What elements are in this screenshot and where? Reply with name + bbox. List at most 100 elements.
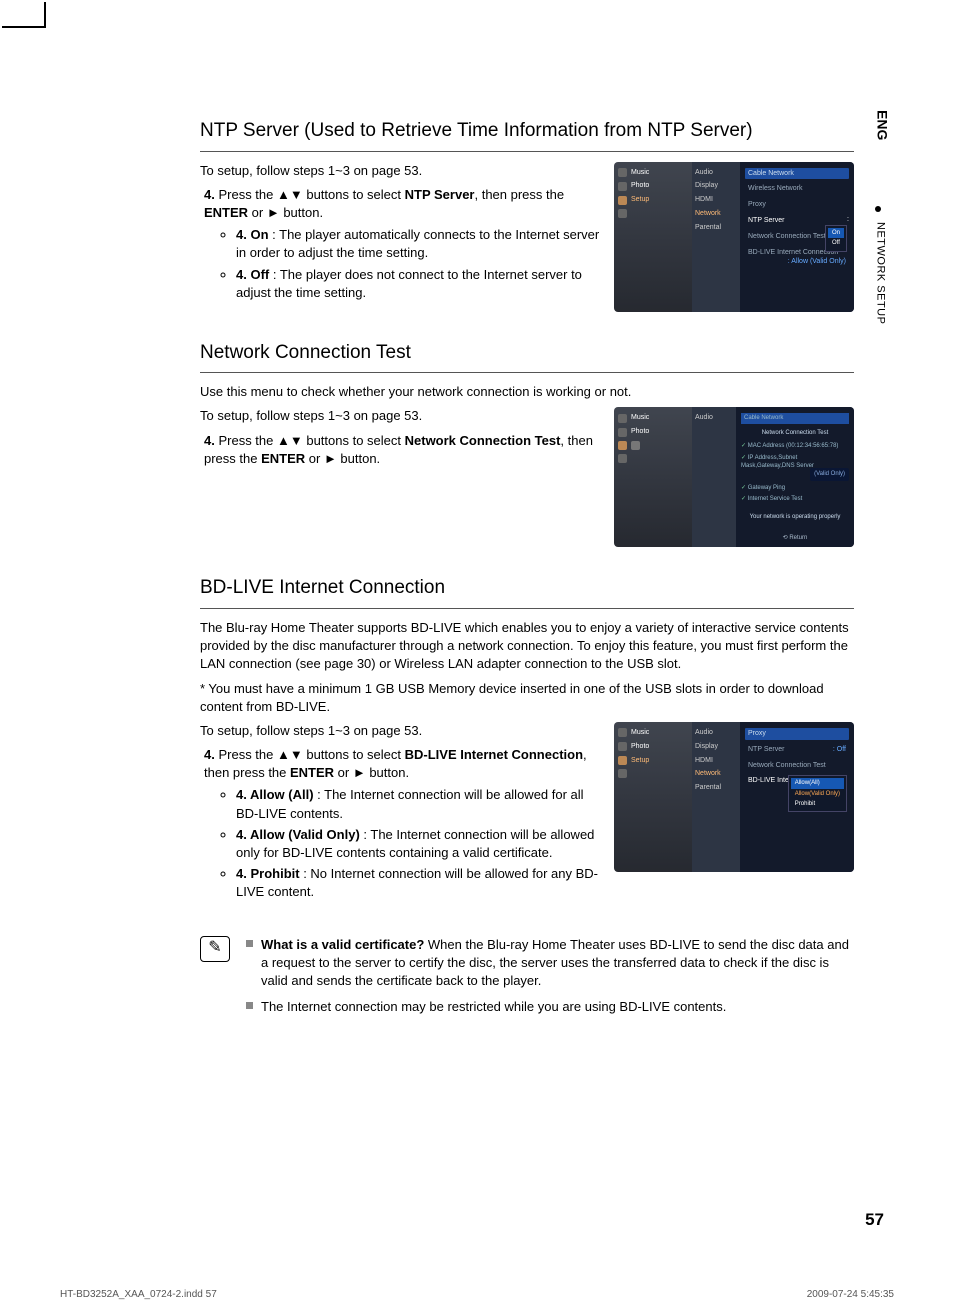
shot-sidebar: Music Photo Setup xyxy=(614,162,692,312)
panel-title: Cable Network xyxy=(741,413,849,423)
text: IP Address,Subnet Mask,Gateway,DNS Serve… xyxy=(741,455,814,469)
setup-icon xyxy=(618,756,627,765)
section-title-ntp: NTP Server (Used to Retrieve Time Inform… xyxy=(200,118,854,145)
note-text: What is a valid certificate? When the Bl… xyxy=(261,936,854,991)
panel-item: Proxy xyxy=(745,728,849,740)
label: Setup xyxy=(631,756,649,766)
disc-icon xyxy=(618,769,627,778)
dropdown: On Off xyxy=(825,225,847,252)
label: Photo xyxy=(631,181,649,191)
screenshot-bdlive: Music Photo Setup Audio Display HDMI Net… xyxy=(614,722,854,872)
value: : Allow (Valid Only) xyxy=(788,257,846,267)
panel-item: Proxy xyxy=(745,199,849,211)
intro-text: Use this menu to check whether your netw… xyxy=(200,383,854,401)
bold-text: Prohibit xyxy=(250,866,299,881)
label: Photo xyxy=(631,742,649,752)
page-content: ENG NETWORK SETUP NTP Server (Used to Re… xyxy=(60,100,894,1252)
dropdown-option: Allow(Valid Only) xyxy=(791,789,844,799)
bold-text: On xyxy=(250,227,268,242)
footer-right: 2009-07-24 5:45:35 xyxy=(807,1288,894,1302)
footer: HT-BD3252A_XAA_0724-2.indd 57 2009-07-24… xyxy=(60,1288,894,1302)
menu-item-selected: Network xyxy=(695,209,737,219)
check-item: Internet Service Test xyxy=(741,495,849,503)
panel-item: NTP Server : Off xyxy=(745,744,849,756)
note-item: The Internet connection may be restricte… xyxy=(246,998,854,1016)
check-item: MAC Address (00:12:34:56:65:78) xyxy=(741,442,849,450)
body-text: * You must have a minimum 1 GB USB Memor… xyxy=(200,680,854,716)
music-icon xyxy=(618,728,627,737)
menu-item: Parental xyxy=(695,783,737,793)
status-message: Your network is operating properly xyxy=(741,507,849,521)
panel-item: Cable Network xyxy=(745,168,849,180)
shot-panel: Cable Network Wireless Network Proxy NTP… xyxy=(740,162,854,312)
shot-menu: Audio Display HDMI Network Parental xyxy=(692,162,740,312)
text: Press the ▲▼ buttons to select xyxy=(218,433,404,448)
divider xyxy=(200,151,854,152)
text: Press the ▲▼ buttons to select xyxy=(218,747,404,762)
menu-item-selected: Network xyxy=(695,769,737,779)
footer-left: HT-BD3252A_XAA_0724-2.indd 57 xyxy=(60,1288,217,1302)
language-tab: ENG xyxy=(870,100,894,150)
screenshot-nct: Music Photo Audio Cable Network Network … xyxy=(614,407,854,547)
text: Press the ▲▼ buttons to select xyxy=(218,187,404,202)
menu-item: HDMI xyxy=(695,756,737,766)
page-number: 57 xyxy=(865,1208,884,1232)
note-text: The Internet connection may be restricte… xyxy=(261,998,726,1016)
menu-item: HDMI xyxy=(695,195,737,205)
bold-text: Allow (All) xyxy=(250,787,314,802)
bold-text: What is a valid certificate? xyxy=(261,937,424,952)
music-icon xyxy=(618,414,627,423)
menu-item: Audio xyxy=(695,728,737,738)
screenshot-ntp: Music Photo Setup Audio Display HDMI Net… xyxy=(614,162,854,312)
text: , then press the xyxy=(474,187,564,202)
bdlive-row: BD-LIVE Internet Connection Allow(All) A… xyxy=(745,775,849,787)
note-list: What is a valid certificate? When the Bl… xyxy=(246,936,854,1025)
body-text: The Blu-ray Home Theater supports BD-LIV… xyxy=(200,619,854,674)
music-icon xyxy=(618,168,627,177)
bold-text: Allow (Valid Only) xyxy=(250,827,360,842)
square-bullet-icon xyxy=(246,1002,253,1009)
note-item: What is a valid certificate? When the Bl… xyxy=(246,936,854,991)
menu-item: Audio xyxy=(695,168,737,178)
bold-text: ENTER xyxy=(261,451,305,466)
disc-icon xyxy=(618,209,627,218)
dropdown-option-selected: On xyxy=(828,228,844,238)
side-tab: ENG NETWORK SETUP xyxy=(870,100,894,339)
label: Setup xyxy=(631,195,649,205)
shot-panel: Proxy NTP Server : Off Network Connectio… xyxy=(740,722,854,872)
text: : The player does not connect to the Int… xyxy=(236,267,582,300)
menu-item: Audio xyxy=(695,413,733,423)
label: NTP Server xyxy=(748,746,784,753)
text: : The player automatically connects to t… xyxy=(236,227,599,260)
photo-icon xyxy=(618,742,627,751)
label: Music xyxy=(631,728,649,738)
shot-sidebar: Music Photo xyxy=(614,407,692,547)
check-item: IP Address,Subnet Mask,Gateway,DNS Serve… xyxy=(741,454,849,481)
text: or ► button. xyxy=(248,205,323,220)
shot-sidebar: Music Photo Setup xyxy=(614,722,692,872)
setup-icon xyxy=(618,196,627,205)
text: or ► button. xyxy=(305,451,380,466)
crop-mark xyxy=(44,2,46,26)
section-title-nct: Network Connection Test xyxy=(200,340,854,367)
menu-item: Parental xyxy=(695,223,737,233)
section-tab: NETWORK SETUP xyxy=(870,156,889,334)
gear-icon xyxy=(631,441,640,450)
section-tab-label: NETWORK SETUP xyxy=(874,222,886,324)
label: Music xyxy=(631,168,649,178)
bold-text: NTP Server xyxy=(405,187,475,202)
label: Photo xyxy=(631,427,649,437)
shot-panel: Cable Network Network Connection Test MA… xyxy=(736,407,854,547)
section-title-bdlive: BD-LIVE Internet Connection xyxy=(200,575,854,602)
panel-item: Wireless Network xyxy=(745,183,849,195)
note-box: ✎ What is a valid certificate? When the … xyxy=(200,936,854,1025)
setup-icon xyxy=(618,441,627,450)
shot-menu: Audio Display HDMI Network Parental xyxy=(692,722,740,872)
divider xyxy=(200,608,854,609)
bold-text: Off xyxy=(250,267,269,282)
photo-icon xyxy=(618,428,627,437)
square-bullet-icon xyxy=(246,940,253,947)
value: : Off xyxy=(833,745,846,755)
text: or ► button. xyxy=(334,765,409,780)
dropdown: Allow(All) Allow(Valid Only) Prohibit xyxy=(788,775,847,812)
